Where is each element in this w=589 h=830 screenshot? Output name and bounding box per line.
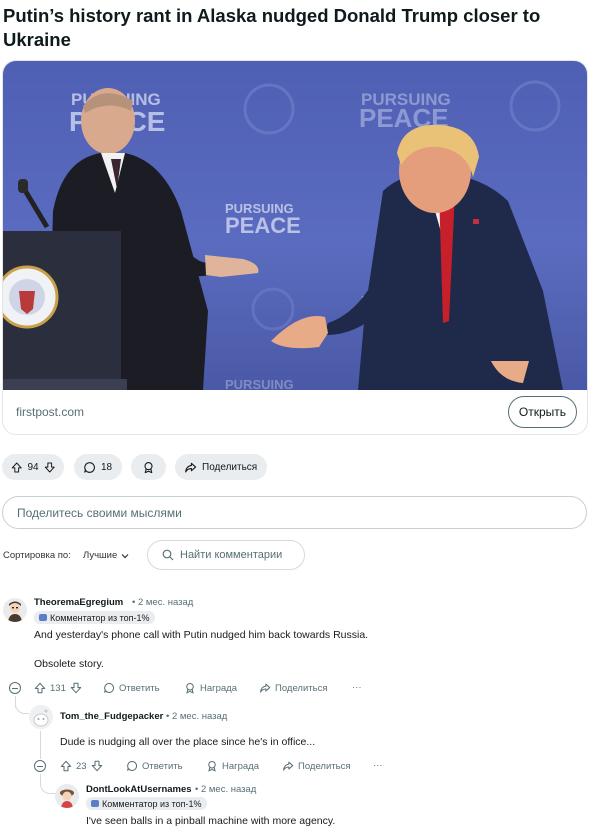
reply-button[interactable]: Ответить xyxy=(103,682,160,694)
comment-username[interactable]: DontLookAtUsernames xyxy=(86,784,192,795)
award-icon xyxy=(186,682,194,694)
more-options-button[interactable]: ··· xyxy=(352,682,362,693)
award-label: Награда xyxy=(200,682,238,694)
search-comments-input[interactable]: Найти комментарии xyxy=(147,540,305,570)
user-avatar-icon xyxy=(55,784,79,808)
comment-body-line: And yesterday's phone call with Putin nu… xyxy=(34,629,369,641)
upvote-icon[interactable] xyxy=(11,461,22,474)
share-button[interactable]: Поделиться xyxy=(175,454,267,480)
comments-button[interactable]: 18 xyxy=(74,454,122,480)
thread-line xyxy=(40,731,41,759)
award-button[interactable] xyxy=(131,454,166,480)
sort-value: Лучшие xyxy=(83,550,118,561)
flair-text: Комментатор из топ-1% xyxy=(50,612,150,623)
search-icon xyxy=(162,549,174,561)
comment-username[interactable]: TheoremaEgregium xyxy=(34,597,123,608)
thread-curve xyxy=(15,700,29,714)
reply-button[interactable]: Ответить xyxy=(126,760,183,772)
search-comments-placeholder: Найти комментарии xyxy=(180,549,283,561)
share-icon xyxy=(185,462,197,473)
reply-label: Ответить xyxy=(119,682,160,694)
comment-body-line: Obsolete story. xyxy=(34,658,104,670)
share-label: Поделиться xyxy=(202,461,258,473)
collapse-thread-button[interactable] xyxy=(34,760,46,772)
snoo-avatar-icon xyxy=(29,705,53,729)
upvote-icon[interactable] xyxy=(34,682,46,694)
vote-count: 94 xyxy=(27,461,39,473)
upvote-icon[interactable] xyxy=(60,760,72,772)
open-link-button[interactable]: Открыть xyxy=(508,396,577,428)
link-domain[interactable]: firstpost.com xyxy=(16,405,84,419)
comment-vote: 131 xyxy=(34,682,82,694)
downvote-icon[interactable] xyxy=(91,760,103,772)
share-icon xyxy=(260,683,271,693)
post-action-bar: 94 18 Поделиться xyxy=(0,454,589,480)
comment-body-line: Dude is nudging all over the place since… xyxy=(60,736,316,748)
share-button[interactable]: Поделиться xyxy=(282,760,350,772)
reply-label: Ответить xyxy=(142,760,183,772)
sort-dropdown[interactable]: Лучшие xyxy=(83,550,129,561)
sort-label: Сортировка по: xyxy=(3,550,71,561)
more-options-button[interactable]: ··· xyxy=(373,760,383,771)
comment-icon xyxy=(127,761,138,771)
award-button[interactable]: Награда xyxy=(184,682,237,694)
comment-icon xyxy=(84,461,95,473)
post-title[interactable]: Putin’s history rant in Alaska nudged Do… xyxy=(3,4,563,52)
more-icon: ··· xyxy=(352,682,362,693)
downvote-icon[interactable] xyxy=(44,461,55,474)
collapse-thread-button[interactable] xyxy=(9,682,21,694)
post-thumbnail-image[interactable]: PURSUING PEACE PURSUING PEACE PURSUING P… xyxy=(3,61,587,390)
comment-actions: 131 Ответить Награда Поделиться ··· xyxy=(34,682,374,698)
comment-timestamp[interactable]: • 2 мес. назад xyxy=(195,784,256,795)
downvote-icon[interactable] xyxy=(70,682,82,694)
backdrop-text-9: PURSUING xyxy=(225,377,294,390)
user-flair: Комментатор из топ-1% xyxy=(34,611,155,624)
comment-count: 18 xyxy=(101,461,113,473)
avatar[interactable] xyxy=(55,784,79,808)
vote-pill: 94 xyxy=(2,454,64,480)
link-preview-card[interactable]: PURSUING PEACE PURSUING PEACE PURSUING P… xyxy=(2,60,588,435)
comment-vote: 23 xyxy=(60,760,103,772)
sort-row: Сортировка по: Лучшие Найти комментарии xyxy=(3,540,583,570)
flair-icon xyxy=(91,800,99,807)
backdrop-text-4: PEACE xyxy=(225,213,301,238)
flair-text: Комментатор из топ-1% xyxy=(102,798,202,809)
comment-timestamp[interactable]: • 2 мес. назад xyxy=(166,711,227,722)
comment-timestamp[interactable]: • 2 мес. назад xyxy=(132,597,193,608)
award-label: Награда xyxy=(222,760,260,772)
comment-actions: 23 Ответить Награда Поделиться ··· xyxy=(60,760,390,776)
comment-icon xyxy=(104,683,115,693)
thread-curve xyxy=(40,780,56,794)
more-icon: ··· xyxy=(373,760,383,771)
award-icon xyxy=(208,760,216,772)
handshake-photo: PURSUING PEACE PURSUING PEACE PURSUING P… xyxy=(3,80,563,390)
comment-composer-input[interactable]: Поделитесь своими мыслями xyxy=(2,496,587,529)
share-label: Поделиться xyxy=(298,760,351,772)
card-footer: firstpost.com Открыть xyxy=(3,390,587,434)
award-button[interactable]: Награда xyxy=(206,760,259,772)
share-button[interactable]: Поделиться xyxy=(259,682,327,694)
share-icon xyxy=(283,761,294,771)
user-flair: Комментатор из топ-1% xyxy=(86,797,207,810)
chevron-down-icon xyxy=(121,553,129,558)
award-icon xyxy=(144,461,153,473)
avatar[interactable] xyxy=(29,705,53,729)
comment-vote-count: 23 xyxy=(76,760,87,772)
comment-body-line: I've seen balls in a pinball machine wit… xyxy=(86,815,336,827)
flair-icon xyxy=(39,614,47,621)
share-label: Поделиться xyxy=(275,682,328,694)
comment-vote-count: 131 xyxy=(50,682,66,694)
user-avatar-icon xyxy=(3,598,27,622)
avatar[interactable] xyxy=(3,598,27,622)
comment-username[interactable]: Tom_the_Fudgepacker xyxy=(60,711,163,722)
